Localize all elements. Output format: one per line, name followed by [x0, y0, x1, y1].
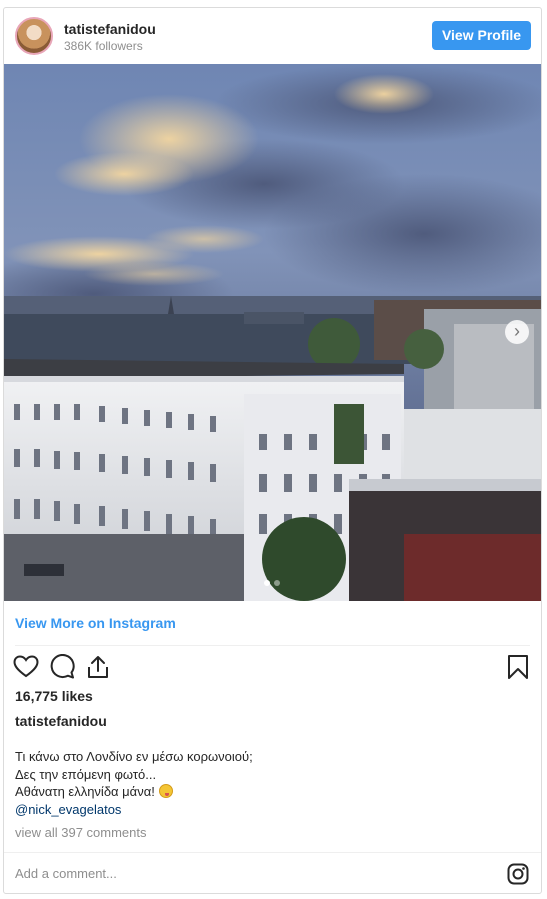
carousel-dot [274, 580, 280, 586]
post-header: tatistefanidou 386K followers View Profi… [4, 8, 541, 64]
comment-icon[interactable] [49, 654, 75, 680]
heart-icon[interactable] [13, 654, 39, 680]
caption-text: Τι κάνω στο Λονδίνο εν μέσω κορωνοιού; Δ… [15, 748, 253, 818]
caption-line: Αθάνατη ελληνίδα μάνα! [15, 784, 155, 799]
carousel-next-button[interactable]: › [505, 320, 529, 344]
view-more-link[interactable]: View More on Instagram [15, 615, 176, 631]
profile-username[interactable]: tatistefanidou [64, 21, 156, 37]
caption-line: Δες την επόμενη φωτό... [15, 766, 157, 782]
add-comment-field[interactable]: Add a comment... [15, 866, 117, 881]
view-all-comments-link[interactable]: view all 397 comments [15, 825, 147, 840]
carousel-indicator [262, 579, 284, 587]
post-photo[interactable]: › [4, 64, 541, 601]
view-profile-button[interactable]: View Profile [432, 21, 531, 50]
share-icon[interactable] [85, 654, 111, 680]
followers-count: 386K followers [64, 39, 143, 53]
bookmark-icon[interactable] [505, 654, 531, 680]
divider [4, 852, 541, 853]
carousel-dot-active [264, 580, 270, 586]
instagram-embed-card: tatistefanidou 386K followers View Profi… [3, 7, 542, 894]
instagram-logo-icon[interactable] [507, 863, 529, 885]
caption-username[interactable]: tatistefanidou [15, 713, 107, 729]
divider [15, 645, 530, 646]
london-rooftops-photo [4, 64, 541, 601]
caption-mention-link[interactable]: @nick_evagelatos [15, 801, 253, 819]
caption-line-with-emoji: Αθάνατη ελληνίδα μάνα! [15, 783, 253, 801]
avatar[interactable] [15, 17, 53, 55]
caption-line: Τι κάνω στο Λονδίνο εν μέσω κορωνοιού; [15, 749, 253, 764]
likes-count[interactable]: 16,775 likes [15, 688, 93, 704]
tongue-emoji-icon [158, 784, 173, 798]
